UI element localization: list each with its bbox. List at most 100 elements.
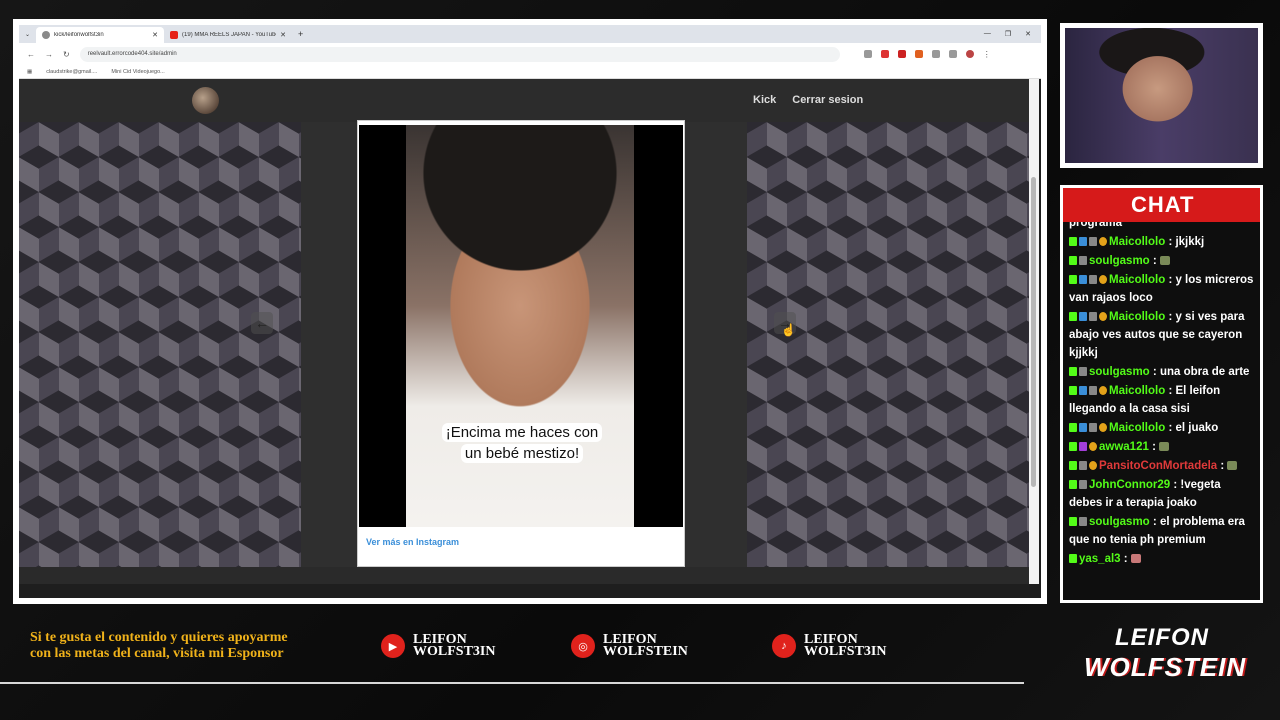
message-text: : una obra de arte (1152, 366, 1250, 378)
scrollbar[interactable] (1029, 79, 1039, 584)
divider-line (0, 682, 1024, 684)
stream-overlay: ⌄ kick/leifonwolfst3in ✕ (19) MMA REELS … (0, 0, 1280, 720)
chat-message: JohnConnor29 : !vegeta debes ir a terapi… (1069, 476, 1257, 512)
message-text: : (1152, 255, 1157, 267)
tiktok-social: ♪ LEIFON WOLFST3IN (772, 632, 887, 659)
chat-header: CHAT (1063, 188, 1260, 222)
kick-badge-icon (1069, 554, 1077, 563)
tiktok-icon: ♪ (772, 634, 796, 658)
chat-message: soulgasmo : el problema era que no tenia… (1069, 513, 1257, 549)
chat-message: Maicollolo : y si ves para abajo ves aut… (1069, 308, 1257, 362)
nav-kick-link[interactable]: Kick (753, 94, 776, 106)
message-text: : el juako (1168, 422, 1219, 434)
background-pattern (747, 122, 1029, 567)
kick-badge-icon (1069, 480, 1077, 489)
extension-icon[interactable] (914, 49, 923, 58)
tiktok-handle: LEIFON WOLFST3IN (804, 632, 887, 659)
chat-message: PansitoConMortadela : (1069, 457, 1257, 475)
menu-icon[interactable]: ⋮ (983, 50, 991, 59)
close-tab-icon[interactable]: ✕ (152, 31, 158, 39)
badge-icon (1079, 442, 1087, 451)
webpage: Kick Cerrar sesion ← → ☝ ¡Encima me hace… (19, 79, 1029, 584)
chat-username: Maicollolo (1109, 274, 1166, 286)
chat-username: PansitoConMortadela (1099, 460, 1218, 472)
badge-icon (1089, 386, 1097, 395)
forward-icon[interactable]: → (45, 50, 53, 59)
chat-message: yas_al3 : (1069, 550, 1257, 568)
instagram-handle: LEIFON WOLFSTEIN (603, 632, 688, 659)
chat-username: soulgasmo (1089, 516, 1150, 528)
tab-kick[interactable]: kick/leifonwolfst3in ✕ (36, 27, 165, 43)
chat-message: soulgasmo : una obra de arte (1069, 363, 1257, 381)
chat-message: Maicollolo : El leifon llegando a la cas… (1069, 382, 1257, 418)
profile-icon[interactable] (965, 49, 974, 58)
badge-icon (1089, 275, 1097, 284)
sponsor-text: Si te gusta el contenido y quieres apoya… (30, 630, 288, 661)
youtube-social: ▶ LEIFON WOLFST3IN (381, 633, 495, 659)
badge-icon (1079, 517, 1087, 526)
logo-line: LEIFON (1115, 624, 1209, 651)
badge-icon (1099, 275, 1107, 284)
chat-username: yas_al3 (1079, 553, 1121, 565)
avatar[interactable] (192, 87, 219, 114)
nav-logout-link[interactable]: Cerrar sesion (792, 94, 863, 106)
chat-username: Maicollolo (1109, 236, 1166, 248)
webcam-feed (1065, 28, 1258, 163)
instagram-link[interactable]: Ver más en Instagram (366, 537, 459, 547)
close-window-icon[interactable]: ✕ (1025, 30, 1031, 38)
back-icon[interactable]: ← (27, 50, 35, 59)
extension-icon[interactable] (897, 49, 906, 58)
minimize-icon[interactable]: — (984, 30, 991, 38)
kick-badge-icon (1069, 256, 1077, 265)
badge-icon (1089, 423, 1097, 432)
chat-username: JohnConnor29 (1089, 479, 1171, 491)
address-bar: ← → ↻ reelvault.errorcode404.site/admin … (19, 43, 1041, 65)
youtube-icon: ▶ (381, 634, 405, 658)
reload-icon[interactable]: ↻ (63, 50, 70, 59)
chat-title: CHAT (1130, 192, 1195, 217)
scrollbar-thumb[interactable] (1031, 177, 1036, 487)
extension-icon[interactable] (863, 49, 872, 58)
bookmarks-bar: ▦ claudstrike@gmail.... Mini Cid Videoju… (19, 65, 1041, 79)
tab-youtube[interactable]: (19) MMA REELS JAPAN - YouTube ✕ (164, 27, 292, 43)
url-text: reelvault.errorcode404.site/admin (87, 51, 177, 57)
chat-username: awwa121 (1099, 441, 1149, 453)
apps-icon[interactable]: ▦ (27, 69, 32, 75)
badge-icon (1099, 423, 1107, 432)
modal-backdrop (685, 122, 747, 567)
extension-icon[interactable] (948, 49, 957, 58)
badge-icon (1079, 237, 1087, 246)
extension-icon[interactable] (880, 49, 889, 58)
badge-icon (1099, 386, 1107, 395)
youtube-favicon-icon (170, 31, 179, 39)
channel-logo: LEIFON WOLFSTEIN (1084, 624, 1245, 690)
site-nav: Kick Cerrar sesion (753, 94, 863, 106)
maximize-icon[interactable]: ❐ (1005, 30, 1011, 38)
badge-icon (1099, 237, 1107, 246)
badge-icon (1099, 312, 1107, 321)
close-tab-icon[interactable]: ✕ (280, 31, 286, 39)
chat-username: Maicollolo (1109, 385, 1166, 397)
extensions-bar: ⋮ (863, 49, 991, 59)
previous-arrow-icon[interactable]: ← (251, 312, 273, 334)
emote-icon (1159, 256, 1170, 265)
badge-icon (1089, 237, 1097, 246)
url-field[interactable]: reelvault.errorcode404.site/admin (79, 46, 840, 62)
chat-message: awwa121 : (1069, 438, 1257, 456)
browser-capture: ⌄ kick/leifonwolfst3in ✕ (19) MMA REELS … (13, 19, 1047, 604)
badge-icon (1079, 386, 1087, 395)
instagram-social: ◎ LEIFON WOLFSTEIN (571, 632, 688, 659)
tab-search-icon[interactable]: ⌄ (19, 31, 36, 38)
extension-icon[interactable] (931, 49, 940, 58)
kick-badge-icon (1069, 386, 1077, 395)
kick-badge-icon (1069, 237, 1077, 246)
site-header: Kick Cerrar sesion (19, 79, 1029, 122)
tab-bar: ⌄ kick/leifonwolfst3in ✕ (19) MMA REELS … (19, 25, 1041, 43)
bookmark-item[interactable]: claudstrike@gmail.... (46, 69, 97, 75)
bookmark-item[interactable]: Mini Cid Videojuego... (111, 69, 164, 75)
chat-messages: programa Maicollolo : jkjkkj soulgasmo :… (1069, 214, 1257, 569)
chat-username: Maicollolo (1109, 422, 1166, 434)
new-tab-icon[interactable]: + (292, 29, 309, 39)
reel-video[interactable]: ¡Encima me haces con un bebé mestizo! (359, 125, 683, 527)
emote-icon (1227, 461, 1238, 470)
